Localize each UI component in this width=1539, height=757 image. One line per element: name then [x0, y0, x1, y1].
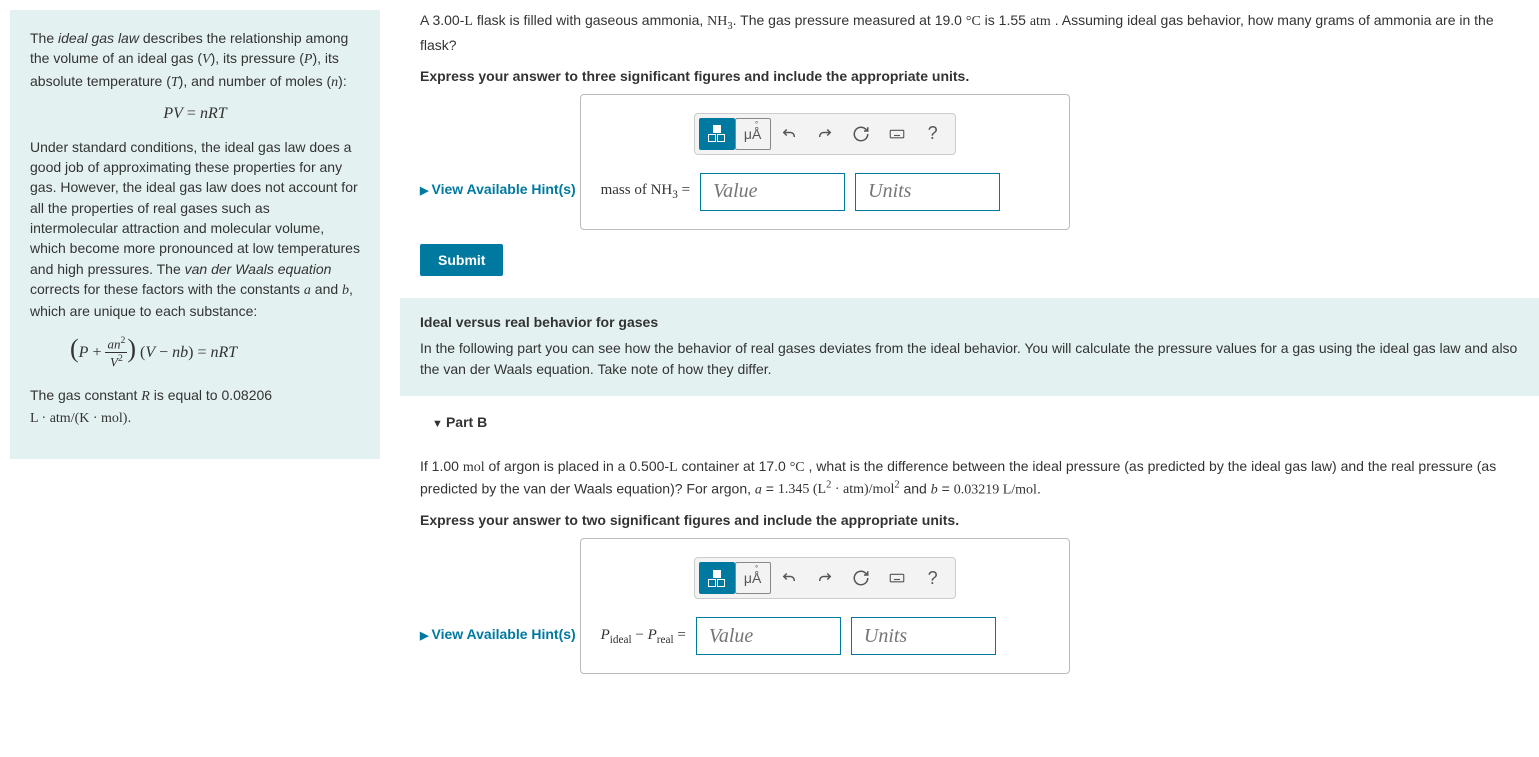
- undo-icon[interactable]: [771, 562, 807, 594]
- answer-label-a: mass of NH3 =: [601, 182, 691, 201]
- value-input-b[interactable]: [696, 617, 841, 655]
- equation-van-der-waals: (P + an2V2) (V − nb) = nRT: [30, 334, 360, 371]
- banner-title: Ideal versus real behavior for gases: [420, 314, 1519, 330]
- view-hints-link-b[interactable]: View Available Hint(s): [420, 626, 576, 642]
- part-b-instruction: Express your answer to two significant f…: [420, 512, 1519, 528]
- answer-toolbar: μÅ° ?: [694, 113, 956, 155]
- banner-text: In the following part you can see how th…: [420, 338, 1519, 380]
- reset-icon[interactable]: [843, 562, 879, 594]
- main-content: A 3.00-L flask is filled with gaseous am…: [420, 10, 1519, 688]
- help-icon[interactable]: ?: [915, 118, 951, 150]
- help-icon[interactable]: ?: [915, 562, 951, 594]
- value-input[interactable]: [700, 173, 845, 211]
- sidebar-intro: The ideal gas law describes the relation…: [30, 28, 360, 93]
- units-tool-button[interactable]: μÅ°: [735, 118, 771, 150]
- undo-icon[interactable]: [771, 118, 807, 150]
- fraction-tool-icon[interactable]: [699, 118, 735, 150]
- redo-icon[interactable]: [807, 118, 843, 150]
- units-input-b[interactable]: [851, 617, 996, 655]
- sidebar-gas-constant: The gas constant R is equal to 0.08206 L…: [30, 385, 360, 430]
- submit-button[interactable]: Submit: [420, 244, 503, 276]
- part-a-instruction: Express your answer to three significant…: [420, 68, 1519, 84]
- keyboard-icon[interactable]: [879, 562, 915, 594]
- equation-ideal-gas: PV = nRT: [30, 105, 360, 123]
- sidebar-theory: The ideal gas law describes the relation…: [10, 10, 380, 459]
- answer-label-b: Pideal − Preal =: [601, 627, 686, 646]
- units-input[interactable]: [855, 173, 1000, 211]
- view-hints-link[interactable]: View Available Hint(s): [420, 181, 576, 197]
- part-b-question: If 1.00 mol of argon is placed in a 0.50…: [420, 456, 1519, 501]
- part-a-question: A 3.00-L flask is filled with gaseous am…: [420, 10, 1519, 56]
- answer-box-a: μÅ° ? mass of NH3 =: [580, 94, 1070, 230]
- part-b-header[interactable]: Part B: [432, 414, 1519, 430]
- keyboard-icon[interactable]: [879, 118, 915, 150]
- fraction-tool-icon[interactable]: [699, 562, 735, 594]
- reset-icon[interactable]: [843, 118, 879, 150]
- answer-toolbar-b: μÅ° ?: [694, 557, 956, 599]
- sidebar-para2: Under standard conditions, the ideal gas…: [30, 137, 360, 322]
- units-tool-button[interactable]: μÅ°: [735, 562, 771, 594]
- answer-box-b: μÅ° ? Pideal − Preal =: [580, 538, 1070, 674]
- info-banner: Ideal versus real behavior for gases In …: [400, 298, 1539, 396]
- redo-icon[interactable]: [807, 562, 843, 594]
